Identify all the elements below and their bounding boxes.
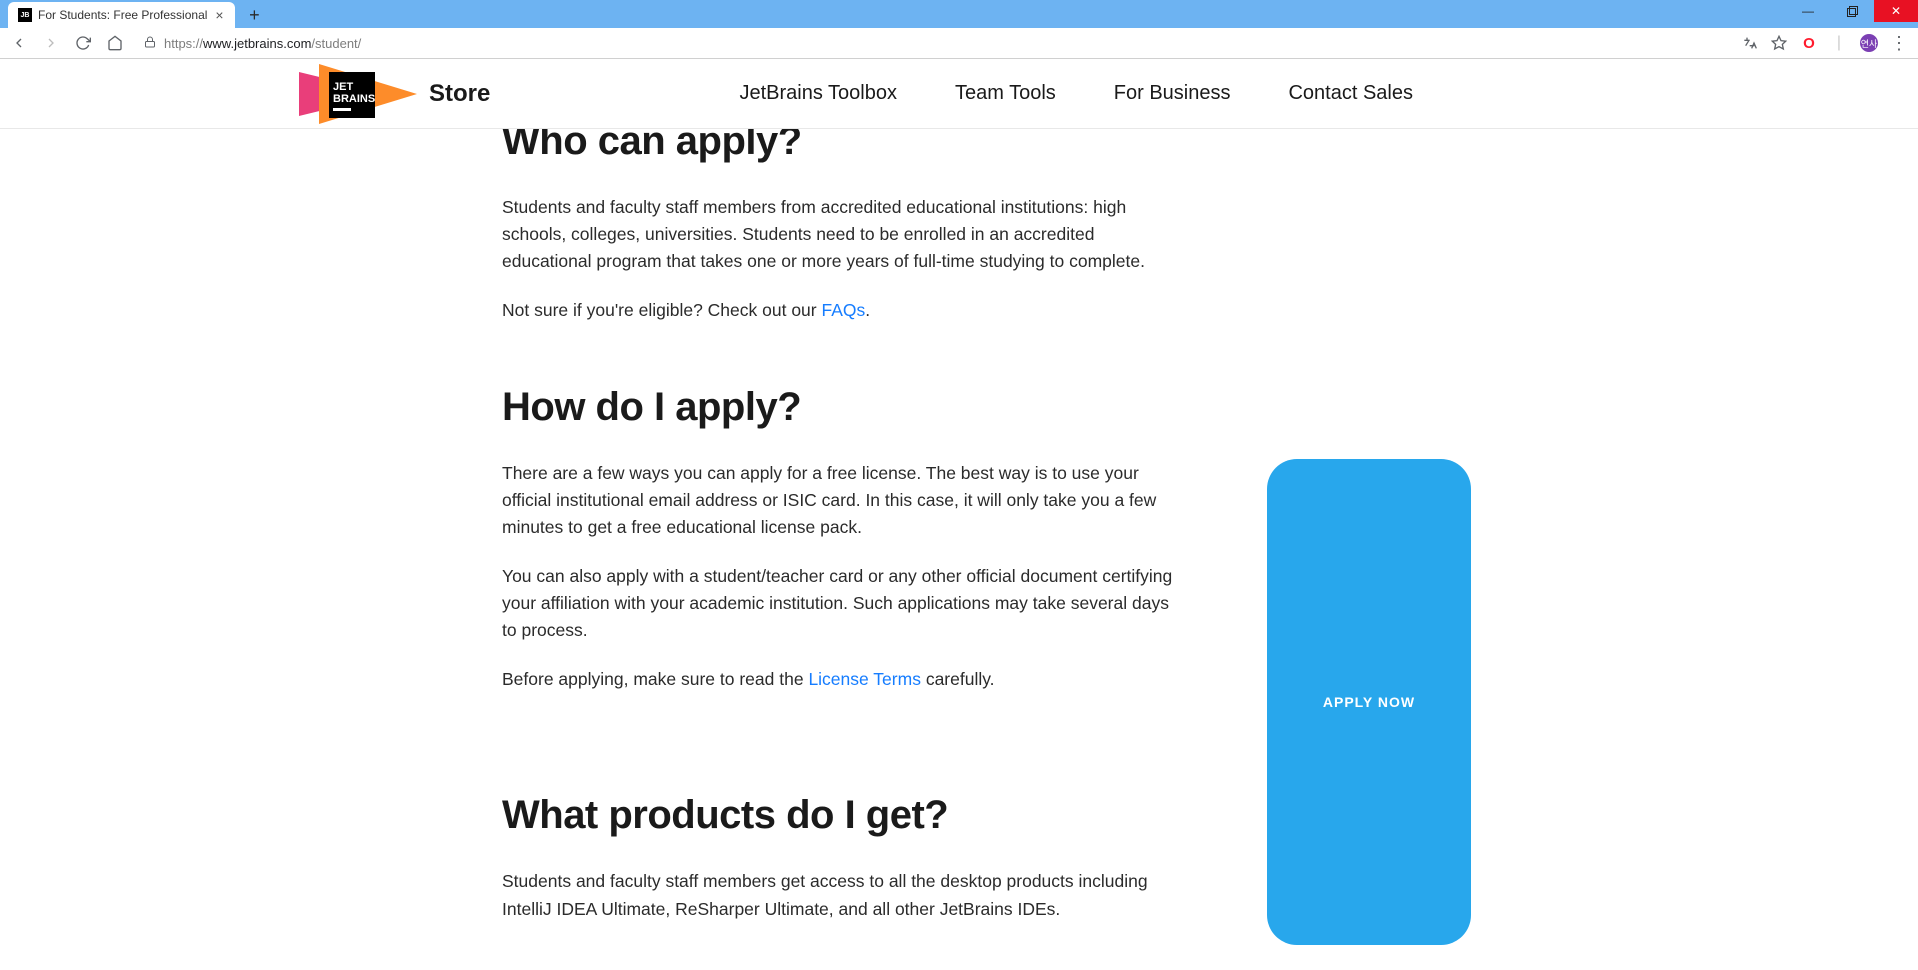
- who-p2: Not sure if you're eligible? Check out o…: [502, 297, 1179, 324]
- address-bar[interactable]: https://www.jetbrains.com/student/: [134, 31, 1734, 55]
- section-who: Who can apply? Students and faculty staf…: [502, 119, 1179, 325]
- tab-title: For Students: Free Professional: [38, 8, 207, 22]
- svg-text:JET: JET: [333, 81, 353, 93]
- section-products: What products do I get? Students and fac…: [502, 793, 1179, 922]
- store-label: Store: [429, 80, 490, 108]
- profile-avatar-icon[interactable]: 연사: [1860, 34, 1878, 52]
- license-terms-link[interactable]: License Terms: [808, 669, 921, 689]
- close-window-button[interactable]: ✕: [1874, 0, 1918, 22]
- close-tab-icon[interactable]: ×: [213, 9, 225, 21]
- favicon-icon: JB: [18, 8, 32, 22]
- heading-how: How do I apply?: [502, 385, 1179, 430]
- page-viewport[interactable]: JET BRAINS Store JetBrains Toolbox Team …: [0, 59, 1918, 970]
- who-p2-post: .: [865, 300, 870, 320]
- maximize-button[interactable]: [1830, 0, 1874, 22]
- reload-button[interactable]: [70, 30, 96, 56]
- translate-icon[interactable]: [1740, 34, 1758, 52]
- browser-tab-active[interactable]: JB For Students: Free Professional ×: [8, 2, 235, 28]
- browser-tabs: JB For Students: Free Professional × +: [0, 0, 267, 28]
- how-p1: There are a few ways you can apply for a…: [502, 460, 1179, 541]
- apply-now-button[interactable]: APPLY NOW: [1267, 459, 1471, 945]
- heading-products: What products do I get?: [502, 793, 1179, 838]
- jetbrains-logo-icon: JET BRAINS: [299, 62, 419, 126]
- extension-opera-icon[interactable]: O: [1800, 34, 1818, 52]
- who-p1: Students and faculty staff members from …: [502, 194, 1179, 275]
- bookmark-star-icon[interactable]: [1770, 34, 1788, 52]
- nav-toolbox[interactable]: JetBrains Toolbox: [739, 82, 897, 105]
- forward-button[interactable]: [38, 30, 64, 56]
- site-header: JET BRAINS Store JetBrains Toolbox Team …: [0, 59, 1918, 129]
- how-p3-post: carefully.: [921, 669, 995, 689]
- window-titlebar: JB For Students: Free Professional × + —…: [0, 0, 1918, 28]
- logo-block[interactable]: JET BRAINS Store: [299, 62, 490, 126]
- toolbar-icons: O | 연사 ⋮: [1740, 34, 1912, 52]
- lock-icon: [144, 35, 156, 52]
- section-how: How do I apply? There are a few ways you…: [502, 385, 1179, 694]
- url-scheme: https://: [164, 36, 203, 51]
- page-content: Who can apply? Students and faculty staf…: [359, 119, 1559, 970]
- who-p2-pre: Not sure if you're eligible? Check out o…: [502, 300, 821, 320]
- products-p1: Students and faculty staff members get a…: [502, 868, 1179, 922]
- nav-team-tools[interactable]: Team Tools: [955, 82, 1056, 105]
- menu-icon[interactable]: ⋮: [1890, 34, 1908, 52]
- nav-for-business[interactable]: For Business: [1114, 82, 1231, 105]
- faqs-link[interactable]: FAQs: [821, 300, 865, 320]
- svg-text:BRAINS: BRAINS: [333, 93, 375, 105]
- back-button[interactable]: [6, 30, 32, 56]
- nav-contact-sales[interactable]: Contact Sales: [1288, 82, 1413, 105]
- new-tab-button[interactable]: +: [241, 2, 267, 28]
- browser-toolbar: https://www.jetbrains.com/student/ O | 연…: [0, 28, 1918, 59]
- how-p2: You can also apply with a student/teache…: [502, 563, 1179, 644]
- minimize-button[interactable]: —: [1786, 0, 1830, 22]
- how-p3-pre: Before applying, make sure to read the: [502, 669, 808, 689]
- home-button[interactable]: [102, 30, 128, 56]
- how-p3: Before applying, make sure to read the L…: [502, 666, 1179, 693]
- url-path: /student/: [311, 36, 361, 51]
- url-host: www.jetbrains.com: [203, 36, 311, 51]
- toolbar-separator: |: [1830, 34, 1848, 52]
- url-text: https://www.jetbrains.com/student/: [164, 36, 361, 51]
- site-nav: JetBrains Toolbox Team Tools For Busines…: [739, 82, 1413, 105]
- window-controls: — ✕: [1786, 0, 1918, 22]
